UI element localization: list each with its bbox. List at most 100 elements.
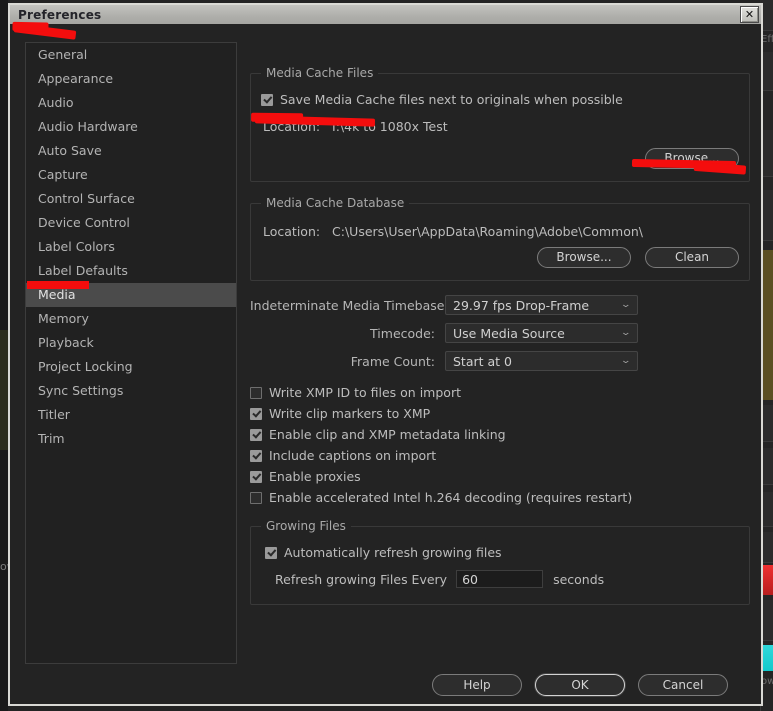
chevron-down-icon: ⌄ [620,299,632,310]
media-cache-database-clean-button[interactable]: Clean [645,247,739,268]
sidebar-item-label: Auto Save [38,143,102,158]
sidebar-item-label: Appearance [38,71,114,86]
sidebar-item-auto-save[interactable]: Auto Save [26,139,236,163]
media-cache-files-group: Media Cache Files Save Media Cache files… [250,66,750,182]
sidebar-item-project-locking[interactable]: Project Locking [26,355,236,379]
dialog-title-bar: Preferences ✕ [10,5,761,24]
sidebar-item-label: Control Surface [38,191,135,206]
sidebar-item-trim[interactable]: Trim [26,427,236,451]
sidebar-item-label: Sync Settings [38,383,124,398]
dropdown-frame-count[interactable]: Start at 0 ⌄ [445,351,638,371]
field-label: Indeterminate Media Timebase: [250,297,449,313]
settings-pane: Media Cache Files Save Media Cache files… [250,66,750,619]
option-label: Enable proxies [269,469,361,484]
save-cache-next-to-originals-checkbox[interactable]: Save Media Cache files next to originals… [261,92,739,107]
sidebar-item-label: Audio Hardware [38,119,138,134]
checkbox-icon [250,449,262,462]
dropdown-value: Start at 0 [453,353,512,369]
auto-refresh-growing-files-label: Automatically refresh growing files [284,545,502,560]
option-label: Enable accelerated Intel h.264 decoding … [269,490,633,505]
ok-button[interactable]: OK [535,674,625,696]
option-label: Write XMP ID to files on import [269,385,461,400]
auto-refresh-growing-files-checkbox[interactable]: Automatically refresh growing files [265,545,739,560]
sidebar-item-control-surface[interactable]: Control Surface [26,187,236,211]
option-label: Enable clip and XMP metadata linking [269,427,506,442]
dropdown-indeterminate-media-timebase[interactable]: 29.97 fps Drop-Frame ⌄ [445,295,638,315]
option-enable-accelerated-intel-h-264-decoding-requires-restart[interactable]: Enable accelerated Intel h.264 decoding … [250,490,750,505]
sidebar-item-capture[interactable]: Capture [26,163,236,187]
media-cache-database-location-value: C:\Users\User\AppData\Roaming\Adobe\Comm… [332,224,643,239]
sidebar-item-label: Device Control [38,215,130,230]
growing-files-group: Growing Files Automatically refresh grow… [250,519,750,605]
refresh-interval-input[interactable] [456,570,544,588]
help-button[interactable]: Help [432,674,522,696]
sidebar-item-media[interactable]: Media [26,283,236,307]
sidebar-item-label: General [38,47,88,62]
dialog-body: General Appearance Audio Audio Hardware Auto… [10,24,761,704]
media-cache-database-location: Location: C:\Users\User\AppData\Roaming\… [263,224,739,239]
media-cache-database-group: Media Cache Database Location: C:\Users\… [250,196,750,281]
sidebar-item-label: Titler [38,407,70,422]
option-write-clip-markers-to-xmp[interactable]: Write clip markers to XMP [250,406,750,421]
field-row: Frame Count: Start at 0 ⌄ [250,351,750,371]
sidebar-item-label: Memory [38,311,89,326]
media-cache-database-buttons: Browse... Clean [261,247,739,268]
media-cache-files-browse-button[interactable]: Browse... [645,148,739,169]
media-field-rows: Indeterminate Media Timebase: 29.97 fps D… [250,295,750,371]
dropdown-timecode[interactable]: Use Media Source ⌄ [445,323,638,343]
checkbox-icon [250,428,262,441]
checkbox-icon [250,470,262,483]
background-left-olive-clip [0,330,8,450]
sidebar-item-general[interactable]: General [26,43,236,67]
cancel-button[interactable]: Cancel [638,674,728,696]
media-cache-files-location: Location: I:\4k to 1080x Test [263,119,739,134]
preferences-dialog: Preferences ✕ General Appearance Audio Audi… [8,3,763,706]
option-write-xmp-id-to-files-on-import[interactable]: Write XMP ID to files on import [250,385,750,400]
option-label: Write clip markers to XMP [269,406,431,421]
sidebar-item-playback[interactable]: Playback [26,331,236,355]
dialog-title: Preferences [18,7,102,22]
checkbox-icon [250,491,262,504]
sidebar-item-memory[interactable]: Memory [26,307,236,331]
media-cache-database-location-key: Location: [263,224,321,239]
option-enable-proxies[interactable]: Enable proxies [250,469,750,484]
save-cache-next-to-originals-label: Save Media Cache files next to originals… [280,92,623,107]
category-sidebar: General Appearance Audio Audio Hardware Auto… [25,42,237,664]
close-icon[interactable]: ✕ [740,6,759,23]
checkbox-icon [265,546,277,559]
refresh-interval-units: seconds [553,571,605,587]
sidebar-item-sync-settings[interactable]: Sync Settings [26,379,236,403]
sidebar-item-label: Label Colors [38,239,115,254]
media-cache-files-location-key: Location: [263,119,321,134]
sidebar-item-appearance[interactable]: Appearance [26,67,236,91]
field-label: Frame Count: [350,353,435,369]
sidebar-item-label-defaults[interactable]: Label Defaults [26,259,236,283]
sidebar-item-device-control[interactable]: Device Control [26,211,236,235]
dropdown-value: 29.97 fps Drop-Frame [453,297,590,313]
field-label: Timecode: [370,325,435,341]
chevron-down-icon: ⌄ [620,327,632,338]
option-include-captions-on-import[interactable]: Include captions on import [250,448,750,463]
media-cache-files-legend: Media Cache Files [266,66,374,80]
sidebar-item-audio-hardware[interactable]: Audio Hardware [26,115,236,139]
sidebar-item-titler[interactable]: Titler [26,403,236,427]
dialog-footer: Help OK Cancel [10,674,761,696]
growing-files-legend: Growing Files [266,519,346,533]
media-cache-files-location-value: I:\4k to 1080x Test [332,119,448,134]
sidebar-item-label-colors[interactable]: Label Colors [26,235,236,259]
sidebar-item-label: Project Locking [38,359,133,374]
sidebar-item-label: Audio [38,95,74,110]
sidebar-item-audio[interactable]: Audio [26,91,236,115]
checkbox-icon [261,93,273,106]
media-cache-database-legend: Media Cache Database [266,196,405,210]
sidebar-item-label: Playback [38,335,94,350]
field-row: Indeterminate Media Timebase: 29.97 fps D… [250,295,750,315]
chevron-down-icon: ⌄ [620,355,632,366]
sidebar-item-label: Trim [38,431,65,446]
option-enable-clip-and-xmp-metadata-linking[interactable]: Enable clip and XMP metadata linking [250,427,750,442]
option-label: Include captions on import [269,448,437,463]
media-cache-database-browse-button[interactable]: Browse... [537,247,631,268]
checkbox-icon [250,407,262,420]
sidebar-item-label: Label Defaults [38,263,128,278]
checkbox-icon [250,386,262,399]
